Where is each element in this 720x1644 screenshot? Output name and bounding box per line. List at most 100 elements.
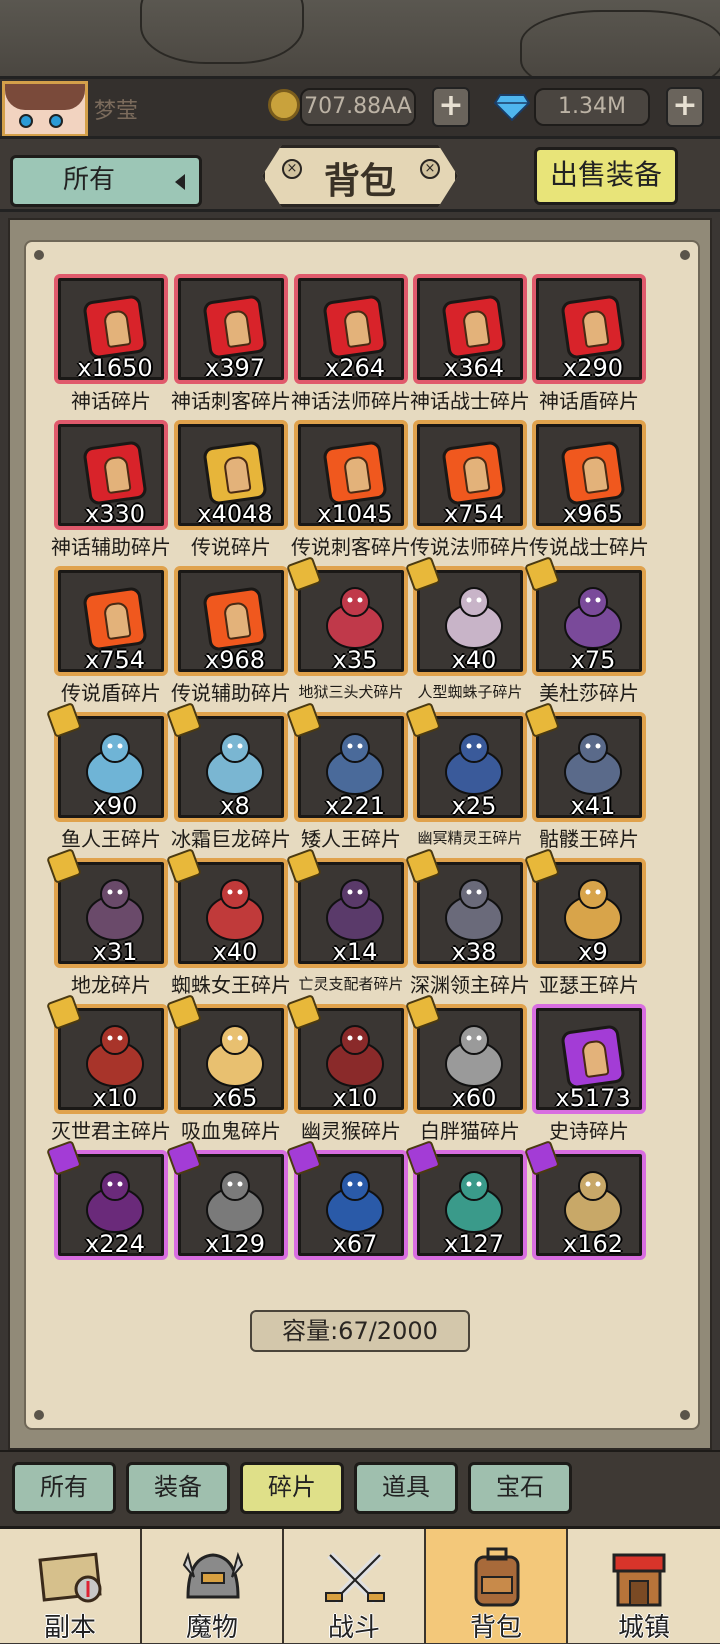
inventory-slot[interactable]: x968 传说辅助碎片 [171,566,291,706]
nav-town[interactable]: 城镇 [568,1529,720,1643]
item-name: 传说法师碎片 [410,535,530,559]
inventory-slot[interactable]: x60 白胖猫碎片 [405,994,527,1144]
item-name: 幽冥精灵王碎片 [417,829,523,847]
inventory-slot[interactable]: x364 神话战士碎片 [410,274,530,414]
inventory-slot[interactable]: x40 蜘蛛女王碎片 [166,848,291,998]
inventory-slot[interactable]: x75 美杜莎碎片 [524,556,646,706]
monster-portrait-icon [445,879,503,941]
inventory-slot[interactable]: x1045 传说刺客碎片 [291,420,411,560]
inventory-slot[interactable]: x38 深渊领主碎片 [405,848,530,998]
item-name: 亡灵支配者碎片 [298,975,404,993]
item-count: x14 [332,938,378,966]
slot-frame: x330 [54,420,168,530]
item-name: 冰霜巨龙碎片 [171,827,291,851]
inventory-slot[interactable]: x290 神话盾碎片 [532,274,646,414]
item-count: x65 [212,1084,258,1112]
item-count: x162 [562,1230,623,1258]
emblem-icon [580,455,610,495]
slot-frame: x4048 [174,420,288,530]
nav-monsters[interactable]: 魔物 [142,1529,284,1643]
inventory-slot[interactable]: x1650 神话碎片 [54,274,168,414]
inventory-slot[interactable]: x8 冰霜巨龙碎片 [166,702,291,852]
item-name: 吸血鬼碎片 [181,1119,281,1143]
filter-label: 所有 [63,165,116,195]
emblem-icon [222,309,252,349]
inventory-slot[interactable]: x65 吸血鬼碎片 [166,994,288,1144]
tab-fragments[interactable]: 碎片 [240,1462,344,1514]
inventory-slot[interactable]: x90 鱼人王碎片 [46,702,168,852]
monster-portrait-icon [326,587,384,649]
tab-equipment[interactable]: 装备 [126,1462,230,1514]
monster-portrait-icon [326,1171,384,1233]
background-scenery [0,0,720,94]
monster-portrait-icon [86,733,144,795]
inventory-slot[interactable]: x14 亡灵支配者碎片 [286,848,408,998]
nav-dungeon[interactable]: 副本 [0,1529,142,1643]
inventory-slot[interactable]: x40 人型蜘蛛子碎片 [405,556,527,706]
item-name: 深渊领主碎片 [410,973,530,997]
inventory-slot[interactable]: x264 神话法师碎片 [291,274,411,414]
diamond-icon [494,94,530,121]
inventory-slot[interactable]: x129 [166,1140,288,1260]
tab-gems[interactable]: 宝石 [468,1462,572,1514]
nav-backpack-label: 背包 [469,1613,522,1643]
inventory-slot[interactable]: x127 [405,1140,527,1260]
tab-props[interactable]: 道具 [354,1462,458,1514]
inventory-slot[interactable]: x25 幽冥精灵王碎片 [405,702,527,852]
item-name: 神话盾碎片 [539,389,639,413]
nav-battle[interactable]: 战斗 [284,1529,426,1643]
nav-dungeon-label: 副本 [43,1613,96,1643]
monster-portrait-icon [445,1171,503,1233]
inventory-slot[interactable]: x67 [286,1140,408,1260]
filter-dropdown[interactable]: 所有 [10,155,202,207]
inventory-slot[interactable]: x5173 史诗碎片 [532,1004,646,1144]
inventory-slot[interactable]: x162 [524,1140,646,1260]
fragment-piece-icon [82,586,148,652]
sell-equipment-button[interactable]: 出售装备 [534,147,678,205]
item-count: x4048 [197,500,273,528]
inventory-slot[interactable]: x9 亚瑟王碎片 [524,848,646,998]
inventory-slot[interactable]: x754 传说盾碎片 [54,566,168,706]
item-count: x25 [451,792,497,820]
inventory-slot[interactable]: x965 传说战士碎片 [529,420,649,560]
emblem-icon [102,455,132,495]
monster-portrait-icon [564,1171,622,1233]
inventory-slot[interactable]: x41 骷髅王碎片 [524,702,646,852]
item-count: x965 [562,500,623,528]
monster-portrait-icon [326,733,384,795]
add-gems-button[interactable]: + [666,87,704,127]
item-count: x224 [84,1230,145,1258]
emblem-icon [461,455,491,495]
monster-portrait-icon [86,1171,144,1233]
nav-backpack[interactable]: 背包 [426,1529,568,1643]
avatar[interactable] [2,81,88,137]
inventory-slot[interactable]: x10 幽灵猴碎片 [286,994,408,1144]
inventory-slot[interactable]: x221 矮人王碎片 [286,702,408,852]
add-gold-button[interactable]: + [432,87,470,127]
gold-coin-icon [268,89,300,121]
slot-frame: x965 [532,420,646,530]
inventory-slot[interactable]: x224 [46,1140,168,1260]
nav-monsters-label: 魔物 [185,1613,238,1643]
item-name: 地狱三头犬碎片 [298,683,404,701]
item-count: x754 [443,500,504,528]
caret-left-icon [175,174,185,190]
fragment-piece-icon [560,1024,626,1090]
inventory-slot[interactable]: x31 地龙碎片 [46,848,168,998]
item-count: x9 [578,938,608,966]
inventory-slot[interactable]: x754 传说法师碎片 [410,420,530,560]
item-count: x397 [204,354,265,382]
inventory-slot[interactable]: x10 灭世君主碎片 [46,994,171,1144]
item-count: x1045 [317,500,393,528]
inventory-slot[interactable]: x397 神话刺客碎片 [171,274,291,414]
fragment-piece-icon [202,440,268,506]
inventory-slot[interactable]: x4048 传说碎片 [174,420,288,560]
tab-all[interactable]: 所有 [12,1462,116,1514]
item-name: 骷髅王碎片 [539,827,639,851]
slot-frame: x264 [294,274,408,384]
inventory-slot[interactable]: x330 神话辅助碎片 [51,420,171,560]
item-name: 神话辅助碎片 [51,535,171,559]
inventory-slot[interactable]: x35 地狱三头犬碎片 [286,556,408,706]
item-count: x127 [443,1230,504,1258]
player-name: 梦莹 [94,99,139,124]
